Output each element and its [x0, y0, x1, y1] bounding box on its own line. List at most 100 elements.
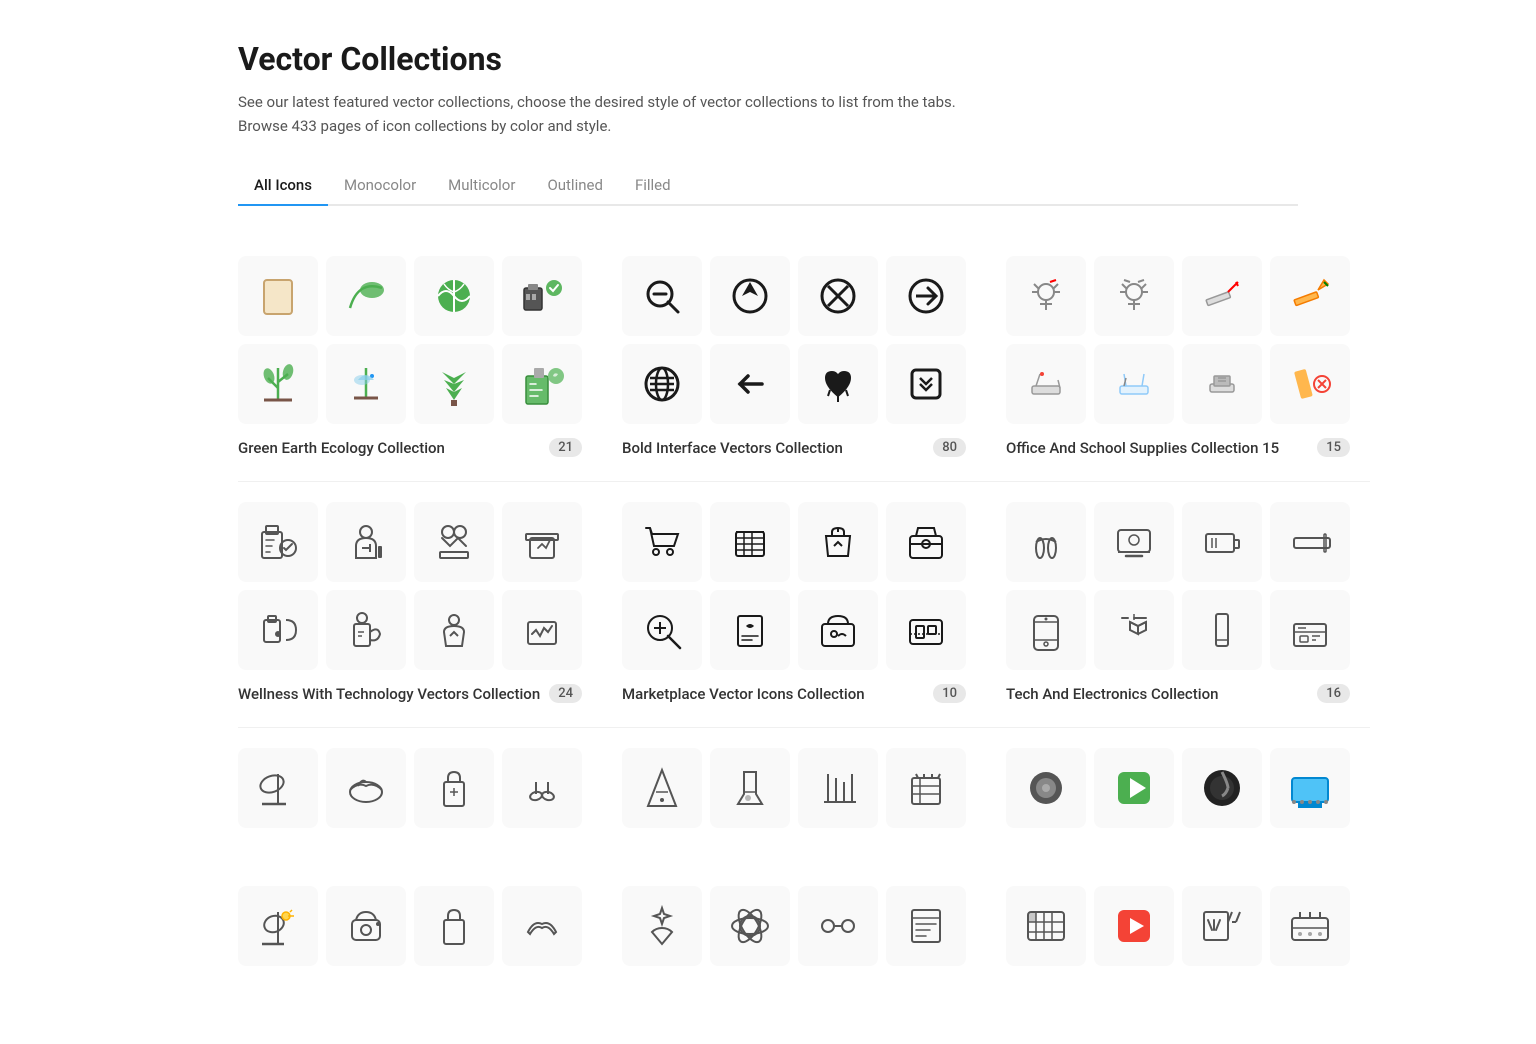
collection-marketplace: Marketplace Vector Icons Collection 10: [602, 482, 986, 728]
icon-cell[interactable]: [710, 748, 790, 828]
icon-cell[interactable]: [622, 502, 702, 582]
icon-cell[interactable]: [238, 502, 318, 582]
icon-cell[interactable]: [326, 344, 406, 424]
icon-cell[interactable]: [710, 256, 790, 336]
icon-cell[interactable]: [798, 502, 878, 582]
collection-bold-interface: Bold Interface Vectors Collection 80: [602, 236, 986, 482]
icon-cell[interactable]: [1182, 748, 1262, 828]
icon-cell[interactable]: [1182, 344, 1262, 424]
icon-cell[interactable]: [326, 590, 406, 670]
icon-cell[interactable]: [1270, 590, 1350, 670]
collection-video: [986, 866, 1370, 1004]
icons-grid-office: [1006, 256, 1350, 424]
icon-cell[interactable]: [1094, 256, 1174, 336]
icon-cell[interactable]: [502, 344, 582, 424]
icon-cell[interactable]: [1270, 256, 1350, 336]
collection-footer: Tech And Electronics Collection 16: [1006, 684, 1350, 703]
icon-cell[interactable]: [1006, 256, 1086, 336]
icon-cell[interactable]: [1094, 590, 1174, 670]
icon-cell[interactable]: [414, 886, 494, 966]
icon-cell[interactable]: [238, 886, 318, 966]
collection-name: Wellness With Technology Vectors Collect…: [238, 685, 549, 703]
icon-cell[interactable]: [1094, 344, 1174, 424]
icon-cell[interactable]: [886, 502, 966, 582]
icon-cell[interactable]: [1094, 502, 1174, 582]
icon-cell[interactable]: [1006, 344, 1086, 424]
icon-cell[interactable]: [886, 886, 966, 966]
icon-cell[interactable]: [1006, 748, 1086, 828]
icon-cell[interactable]: [502, 748, 582, 828]
icon-cell[interactable]: [414, 502, 494, 582]
icon-cell[interactable]: [1182, 502, 1262, 582]
collection-count: 15: [1317, 438, 1350, 457]
icon-cell[interactable]: [238, 344, 318, 424]
icon-cell[interactable]: [326, 256, 406, 336]
icon-cell[interactable]: [502, 502, 582, 582]
icon-cell[interactable]: [1182, 886, 1262, 966]
collection-office-school: Office And School Supplies Collection 15…: [986, 236, 1370, 482]
tab-monocolor[interactable]: Monocolor: [328, 166, 432, 206]
icon-cell[interactable]: [1270, 748, 1350, 828]
icon-cell[interactable]: [886, 256, 966, 336]
icon-cell[interactable]: [502, 256, 582, 336]
icons-grid-green-earth: 🌿: [238, 256, 582, 424]
collection-science: [602, 866, 986, 1004]
icon-cell[interactable]: [1182, 590, 1262, 670]
icon-cell[interactable]: [414, 590, 494, 670]
icon-cell[interactable]: [414, 344, 494, 424]
tab-outlined[interactable]: Outlined: [531, 166, 619, 206]
icons-grid-video: [1006, 886, 1350, 966]
icon-cell[interactable]: [886, 748, 966, 828]
collection-green-earth: 🌿: [238, 236, 602, 482]
tab-filled[interactable]: Filled: [619, 166, 687, 206]
icon-cell[interactable]: [1270, 502, 1350, 582]
collection-beach: [238, 728, 602, 866]
icon-cell[interactable]: [1006, 502, 1086, 582]
icon-cell[interactable]: [798, 256, 878, 336]
page-wrapper: Vector Collections See our latest featur…: [78, 0, 1458, 1044]
icon-cell[interactable]: [710, 344, 790, 424]
icon-cell[interactable]: [326, 748, 406, 828]
icon-cell[interactable]: [622, 886, 702, 966]
icon-cell[interactable]: [1094, 748, 1174, 828]
icon-cell[interactable]: [886, 344, 966, 424]
icon-cell[interactable]: [798, 590, 878, 670]
icon-cell[interactable]: [622, 256, 702, 336]
icon-cell[interactable]: [1094, 886, 1174, 966]
collection-tech: Tech And Electronics Collection 16: [986, 482, 1370, 728]
tab-multicolor[interactable]: Multicolor: [432, 166, 531, 206]
icon-cell[interactable]: [710, 886, 790, 966]
icon-cell[interactable]: [798, 748, 878, 828]
icon-cell[interactable]: [1006, 590, 1086, 670]
tab-all-icons[interactable]: All Icons: [238, 166, 328, 206]
icon-cell[interactable]: [326, 886, 406, 966]
icon-cell[interactable]: [1182, 256, 1262, 336]
icon-cell[interactable]: [798, 886, 878, 966]
icon-cell[interactable]: [1006, 886, 1086, 966]
icon-cell[interactable]: [414, 748, 494, 828]
icon-cell[interactable]: [886, 590, 966, 670]
icon-cell[interactable]: [238, 748, 318, 828]
tabs-nav: All Icons Monocolor Multicolor Outlined …: [238, 166, 1298, 206]
icons-grid-lab: [622, 748, 966, 828]
icon-cell[interactable]: [238, 590, 318, 670]
collections-grid-row3: [238, 728, 1298, 866]
icon-cell[interactable]: [326, 502, 406, 582]
collection-lab: [602, 728, 986, 866]
collection-name: Bold Interface Vectors Collection: [622, 439, 933, 457]
icon-cell[interactable]: [622, 590, 702, 670]
collection-media: [986, 728, 1370, 866]
icon-cell[interactable]: 🌿: [238, 256, 318, 336]
icon-cell[interactable]: [622, 748, 702, 828]
icon-cell[interactable]: [798, 344, 878, 424]
icon-cell[interactable]: [502, 590, 582, 670]
icon-cell[interactable]: [502, 886, 582, 966]
icon-cell[interactable]: [414, 256, 494, 336]
collection-count: 21: [549, 438, 582, 457]
icon-cell[interactable]: [710, 502, 790, 582]
collection-name: Tech And Electronics Collection: [1006, 685, 1317, 703]
icon-cell[interactable]: [1270, 344, 1350, 424]
icon-cell[interactable]: [710, 590, 790, 670]
icon-cell[interactable]: [1270, 886, 1350, 966]
icon-cell[interactable]: [622, 344, 702, 424]
